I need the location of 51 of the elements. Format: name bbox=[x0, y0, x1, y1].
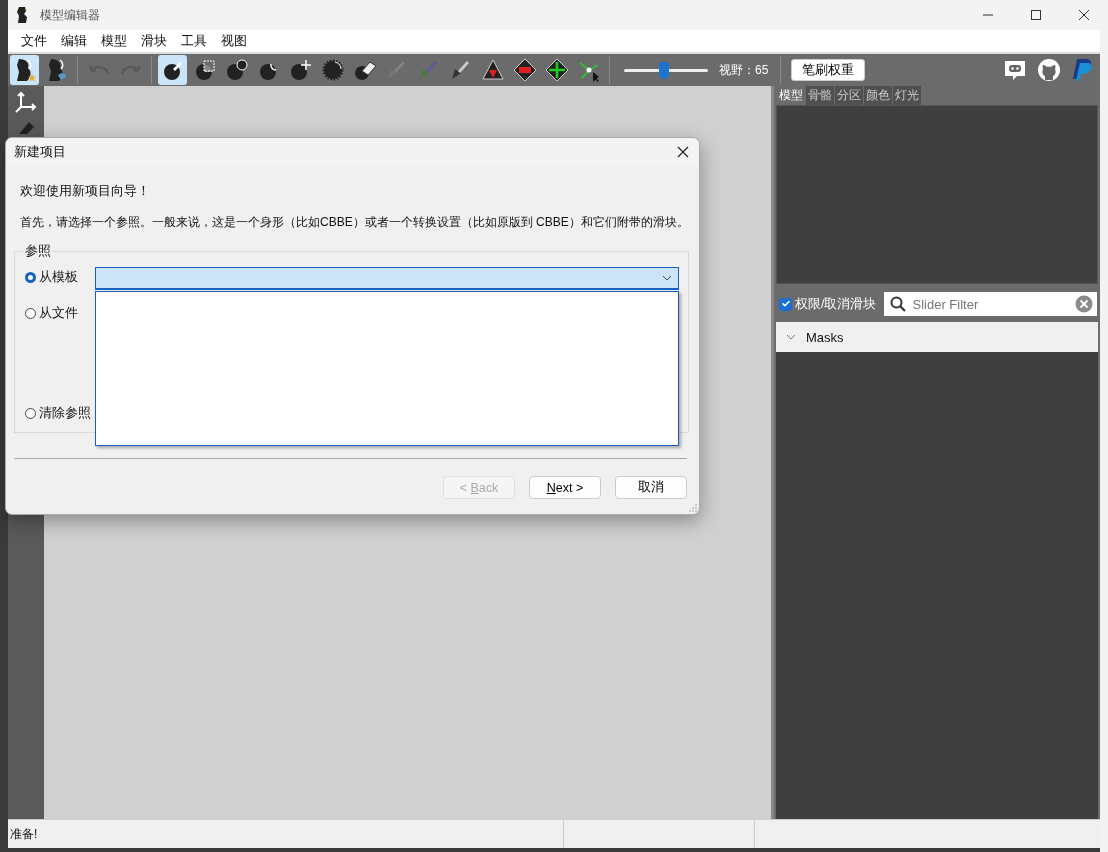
panel-tab[interactable]: 颜色 bbox=[864, 86, 892, 105]
menu-item[interactable]: 滑块 bbox=[134, 32, 174, 50]
menu-item[interactable]: 模型 bbox=[94, 32, 134, 50]
speech-bubble-icon[interactable] bbox=[1003, 58, 1027, 82]
menu-item[interactable]: 文件 bbox=[14, 32, 54, 50]
app-icon bbox=[16, 6, 30, 24]
status-text: 准备! bbox=[9, 825, 39, 843]
panel-tab[interactable]: 模型 bbox=[777, 86, 805, 105]
slider-filter-field[interactable]: Slider Filter bbox=[884, 292, 1097, 316]
clear-icon[interactable] bbox=[1075, 295, 1093, 313]
welcome-text: 欢迎使用新项目向导！ bbox=[20, 183, 151, 200]
reference-radio[interactable]: 从模板 bbox=[25, 269, 78, 286]
tool-button[interactable] bbox=[10, 55, 39, 85]
search-icon bbox=[890, 296, 907, 312]
cat-silhouette-icon[interactable] bbox=[1037, 58, 1061, 82]
panel-tab[interactable]: 分区 bbox=[835, 86, 863, 105]
reference-radio[interactable]: 清除参照 bbox=[25, 405, 91, 422]
logo-icon[interactable] bbox=[1071, 58, 1093, 82]
checkbox[interactable] bbox=[779, 297, 792, 311]
brush-icon bbox=[419, 60, 438, 80]
masks-section-header[interactable]: Masks bbox=[776, 322, 1098, 352]
close-icon[interactable] bbox=[1078, 9, 1090, 21]
menu-item[interactable]: 工具 bbox=[174, 32, 214, 50]
diamond-icon bbox=[543, 57, 570, 83]
dialog-button[interactable]: Next > bbox=[529, 476, 601, 499]
chevron-icon bbox=[786, 334, 796, 340]
resize-grip-icon[interactable] bbox=[689, 504, 697, 512]
triangle-icon bbox=[479, 57, 506, 83]
pen-icon[interactable] bbox=[16, 120, 36, 134]
menu-item[interactable]: 视图 bbox=[214, 32, 254, 50]
template-dropdown[interactable] bbox=[95, 267, 679, 290]
tool-button[interactable] bbox=[158, 55, 187, 85]
reference-radio[interactable]: 从文件 bbox=[25, 305, 78, 322]
window-title: 模型编辑器 bbox=[40, 6, 100, 24]
close-icon[interactable] bbox=[677, 146, 689, 158]
brush-weight-button[interactable]: 笔刷权重 bbox=[791, 59, 866, 81]
check-icon bbox=[781, 301, 790, 307]
menu-item[interactable]: 编辑 bbox=[54, 32, 94, 50]
brush-icon bbox=[451, 60, 470, 80]
checkbox-label[interactable]: 权限/取消滑块 bbox=[795, 295, 877, 313]
panel-tab[interactable]: 灯光 bbox=[893, 86, 921, 105]
fov-slider[interactable] bbox=[624, 60, 708, 80]
chevron-icon bbox=[662, 275, 672, 281]
maximize-icon[interactable] bbox=[1030, 9, 1042, 21]
intro-text: 首先，请选择一个参照。一般来说，这是一个身形（比如CBBE）或者一个转换设置（比如原版到 CBBE）和它们附带的滑块。 bbox=[20, 214, 689, 231]
group-label: 参照 bbox=[23, 243, 53, 260]
dialog-button[interactable]: 取消 bbox=[615, 476, 687, 499]
diamond-icon bbox=[511, 57, 538, 83]
fov-reading: 视野：65 bbox=[719, 61, 769, 79]
dialog-title: 新建项目 bbox=[14, 143, 66, 161]
panel-tab[interactable]: 骨骼 bbox=[806, 86, 834, 105]
